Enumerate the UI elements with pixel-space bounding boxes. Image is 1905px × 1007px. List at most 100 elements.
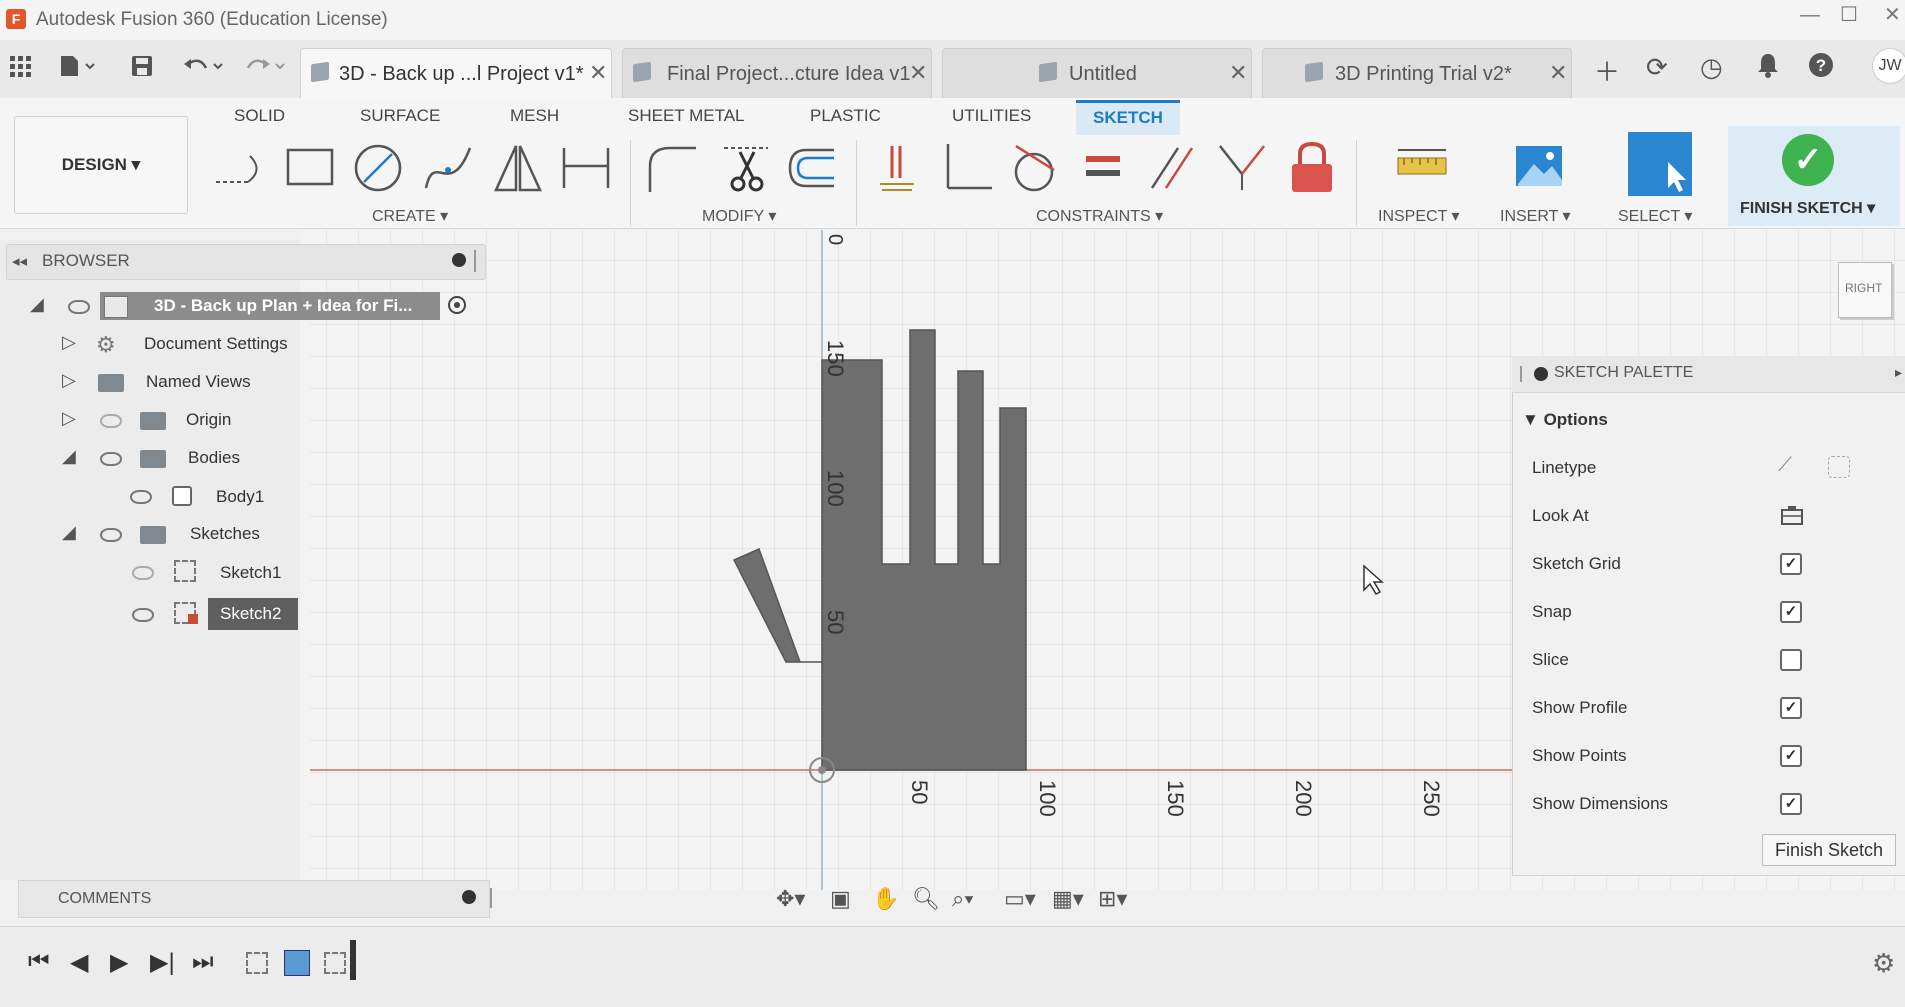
visibility-eye-icon[interactable] xyxy=(132,608,154,622)
resize-handle[interactable] xyxy=(474,250,476,272)
redo-icon[interactable] xyxy=(244,54,288,85)
checkmark-icon[interactable]: ✓ xyxy=(1782,134,1834,186)
rectangle-icon[interactable] xyxy=(282,140,338,196)
timeline-sketch-icon[interactable] xyxy=(324,952,346,974)
construction-linetype-icon[interactable]: ⟋ xyxy=(1778,454,1792,477)
pan-hand-icon[interactable]: ✋ xyxy=(872,886,899,912)
select-arrow-icon[interactable] xyxy=(1628,132,1692,196)
browser-item-body1[interactable]: Body1 xyxy=(216,487,264,507)
user-avatar[interactable]: JW xyxy=(1872,48,1905,84)
timeline-marker[interactable] xyxy=(350,940,356,980)
insert-menu[interactable]: INSERT ▾ xyxy=(1500,206,1571,226)
tab-3d-printing-trial[interactable]: 3D Printing Trial v2* ✕ xyxy=(1262,48,1572,99)
snap-checkbox[interactable]: ✓ xyxy=(1780,601,1802,623)
step-back-icon[interactable]: ◀ xyxy=(70,948,88,977)
visibility-eye-icon[interactable] xyxy=(100,528,122,542)
hidden-eye-icon[interactable] xyxy=(100,414,122,428)
collapse-palette-icon[interactable] xyxy=(1534,367,1548,381)
line-icon[interactable] xyxy=(212,140,268,196)
notifications-icon[interactable] xyxy=(1756,52,1780,85)
undo-icon[interactable] xyxy=(182,54,226,85)
job-status-icon[interactable]: ◷ xyxy=(1700,52,1723,83)
resize-handle[interactable] xyxy=(1520,366,1522,382)
expand-triangle-icon[interactable]: ▷ xyxy=(62,408,76,429)
browser-item-bodies[interactable]: Bodies xyxy=(188,448,240,468)
tangent-icon[interactable] xyxy=(1006,140,1062,196)
look-at-nav-icon[interactable]: ▣ xyxy=(830,886,851,912)
slice-checkbox[interactable] xyxy=(1780,649,1802,671)
expand-triangle-icon[interactable]: ▷ xyxy=(62,370,76,391)
fit-icon[interactable]: ⌕▾ xyxy=(952,886,974,912)
tab-surface[interactable]: SURFACE xyxy=(360,106,440,126)
timeline-sketch-icon[interactable] xyxy=(246,952,268,974)
close-tab-icon[interactable]: ✕ xyxy=(1229,60,1247,86)
create-menu[interactable]: CREATE ▾ xyxy=(372,206,448,226)
mirror-icon[interactable] xyxy=(490,140,546,196)
tab-untitled[interactable]: Untitled ✕ xyxy=(942,48,1252,99)
measure-icon[interactable] xyxy=(1394,140,1450,196)
show-profile-checkbox[interactable]: ✓ xyxy=(1780,697,1802,719)
expand-palette-icon[interactable]: ▸ xyxy=(1895,364,1902,381)
save-icon[interactable] xyxy=(130,54,154,85)
resize-handle[interactable] xyxy=(490,888,492,908)
visibility-eye-icon[interactable] xyxy=(130,490,152,504)
close-tab-icon[interactable]: ✕ xyxy=(909,60,927,86)
close-tab-icon[interactable]: ✕ xyxy=(1549,60,1567,86)
spline-icon[interactable] xyxy=(420,140,476,196)
browser-item-sketch2[interactable]: Sketch2 xyxy=(208,598,298,630)
collapse-triangle-icon[interactable]: ◢ xyxy=(62,446,76,467)
constraints-menu[interactable]: CONSTRAINTS ▾ xyxy=(1036,206,1163,226)
close-icon[interactable]: ✕ xyxy=(1884,2,1901,27)
options-section-toggle[interactable]: ▼ Options xyxy=(1522,410,1608,430)
timeline-settings-gear-icon[interactable]: ⚙ xyxy=(1872,948,1895,979)
step-forward-icon[interactable]: ▶| xyxy=(150,948,175,977)
go-to-end-icon[interactable]: ⏭ xyxy=(192,948,214,976)
look-at-icon[interactable] xyxy=(1780,504,1804,531)
perpendicular-icon[interactable] xyxy=(940,140,996,196)
expand-triangle-icon[interactable]: ▷ xyxy=(62,332,76,353)
equal-icon[interactable] xyxy=(1076,140,1132,196)
tab-sheet-metal[interactable]: SHEET METAL xyxy=(628,106,745,126)
minimize-icon[interactable]: — xyxy=(1800,4,1820,27)
symmetry-icon[interactable] xyxy=(1214,140,1270,196)
tab-utilities[interactable]: UTILITIES xyxy=(952,106,1031,126)
finish-sketch-menu[interactable]: FINISH SKETCH ▾ xyxy=(1740,198,1875,218)
add-comment-icon[interactable] xyxy=(462,890,476,904)
fix-lock-icon[interactable] xyxy=(1284,140,1340,196)
trim-scissors-icon[interactable] xyxy=(718,140,774,196)
go-to-start-icon[interactable]: ⏮ xyxy=(28,948,50,976)
tab-plastic[interactable]: PLASTIC xyxy=(810,106,881,126)
dimension-icon[interactable] xyxy=(558,140,614,196)
browser-item-sketch1[interactable]: Sketch1 xyxy=(220,563,281,583)
show-dimensions-checkbox[interactable]: ✓ xyxy=(1780,793,1802,815)
collapse-triangle-icon[interactable]: ◢ xyxy=(30,294,44,315)
finish-sketch-button[interactable]: Finish Sketch xyxy=(1762,834,1896,866)
sync-icon[interactable]: ⟳ xyxy=(1646,52,1668,83)
sketch-grid-checkbox[interactable]: ✓ xyxy=(1780,553,1802,575)
visibility-eye-icon[interactable] xyxy=(100,452,122,466)
browser-item-origin[interactable]: Origin xyxy=(186,410,231,430)
collapse-triangle-icon[interactable]: ◢ xyxy=(62,522,76,543)
close-tab-icon[interactable]: ✕ xyxy=(589,60,607,86)
visibility-eye-icon[interactable] xyxy=(68,300,90,314)
tab-solid[interactable]: SOLID xyxy=(234,106,285,126)
browser-item-named-views[interactable]: Named Views xyxy=(146,372,251,392)
browser-root-item[interactable]: 3D - Back up Plan + Idea for Fi... xyxy=(100,292,440,320)
centerline-linetype-icon[interactable] xyxy=(1828,456,1850,478)
coincident-icon[interactable] xyxy=(870,140,926,196)
display-settings-icon[interactable]: ▭▾ xyxy=(1004,886,1036,912)
parallel-icon[interactable] xyxy=(1144,140,1200,196)
workspace-switcher-button[interactable]: DESIGN ▾ xyxy=(14,116,188,214)
tab-final-project[interactable]: Final Project...cture Idea v1 ✕ xyxy=(622,48,932,99)
orbit-icon[interactable]: ✥▾ xyxy=(776,886,805,912)
help-icon[interactable]: ? xyxy=(1808,52,1834,85)
collapse-panel-icon[interactable]: ◂◂ xyxy=(12,252,27,270)
show-points-checkbox[interactable]: ✓ xyxy=(1780,745,1802,767)
offset-icon[interactable] xyxy=(784,140,840,196)
hidden-eye-icon[interactable] xyxy=(132,566,154,580)
tab-mesh[interactable]: MESH xyxy=(510,106,559,126)
timeline-extrude-icon[interactable] xyxy=(284,950,310,976)
zoom-icon[interactable]: 🔍︎ xyxy=(912,886,940,912)
tab-3d-back-up[interactable]: 3D - Back up ...l Project v1* ✕ xyxy=(300,48,612,99)
viewcube[interactable]: RIGHT xyxy=(1838,262,1892,318)
